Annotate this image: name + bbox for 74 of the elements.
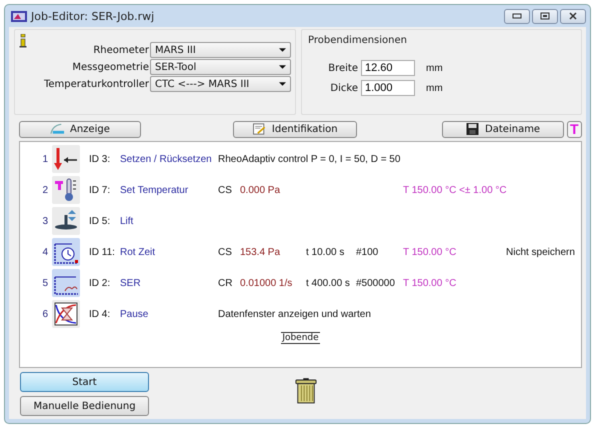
caret-icon	[279, 65, 286, 69]
step-temperature: T 150.00 °C <± 1.00 °C	[403, 184, 507, 196]
dropdown[interactable]: CTC <---> MARS III	[150, 76, 291, 92]
mode-label: CS	[218, 246, 232, 258]
step-temperature: T 150.00 °C	[403, 246, 456, 258]
graph-icon[interactable]	[52, 269, 80, 297]
input-field[interactable]: 1.000	[361, 80, 415, 96]
step-id: ID 4:	[88, 308, 112, 320]
close-button[interactable]	[560, 8, 586, 24]
field-label: Dicke	[329, 82, 358, 94]
step-value: 0.01000 1/s	[240, 278, 292, 288]
point-count: #500000	[356, 278, 395, 288]
mode-label: CS	[218, 184, 232, 196]
thermometer-icon[interactable]	[52, 176, 80, 204]
step-number: 2	[41, 184, 49, 196]
hourglass-icon[interactable]	[52, 300, 80, 328]
document-icon	[252, 123, 267, 135]
step-name: Set Temperatur	[120, 184, 190, 196]
step-name: SER	[120, 278, 142, 288]
step-description: RheoAdaptiv control P = 0, I = 50, D = 50	[218, 154, 402, 164]
text-button[interactable]: T	[566, 120, 582, 138]
step-id: ID 3:	[88, 154, 112, 164]
setting-label: Rheometer	[92, 44, 149, 56]
manual-control-button[interactable]: Manuelle Bedienung	[20, 396, 149, 416]
input-field[interactable]: 12.60	[361, 60, 415, 76]
caret-icon	[279, 82, 286, 86]
group-title: Probendimensionen	[308, 35, 407, 46]
step-note: Nicht speichern	[506, 246, 575, 258]
caret-icon	[279, 48, 286, 52]
unit-label: mm	[426, 82, 444, 94]
step-name: Setzen / Rücksetzen	[120, 154, 213, 164]
gauge-icon	[50, 123, 65, 135]
setting-label: Temperaturkontroller	[44, 78, 149, 90]
step-description: Datenfenster anzeigen und warten	[218, 308, 372, 320]
step-name: Lift	[120, 216, 134, 226]
minimize-icon	[512, 13, 522, 19]
dropdown[interactable]: SER-Tool	[150, 59, 291, 75]
maximize-icon	[540, 12, 550, 20]
filename-button[interactable]: Dateiname	[442, 120, 564, 138]
step-number: 6	[41, 308, 49, 320]
save-icon	[465, 123, 480, 135]
start-button[interactable]: Start	[20, 372, 149, 392]
display-button[interactable]: Anzeige	[19, 120, 141, 138]
step-number: 5	[41, 278, 49, 288]
step-name: Pause	[120, 308, 150, 320]
step-time: t 10.00 s	[306, 246, 344, 258]
step-id: ID 7:	[88, 184, 112, 196]
mode-label: CR	[218, 278, 232, 288]
step-time: t 400.00 s	[306, 278, 350, 288]
field-label: Breite	[327, 62, 358, 74]
step-id: ID 2:	[88, 278, 112, 288]
step-id: ID 5:	[88, 216, 112, 226]
step-id: ID 11:	[88, 246, 116, 258]
step-value: 0.000 Pa	[240, 184, 280, 196]
minimize-button[interactable]	[504, 8, 530, 24]
step-number: 1	[41, 154, 49, 164]
step-number: 4	[41, 246, 49, 258]
step-value: 153.4 Pa	[240, 246, 280, 258]
close-icon	[568, 12, 578, 20]
clock-icon[interactable]	[52, 238, 80, 266]
lift-icon[interactable]	[52, 207, 80, 235]
step-temperature: T 150.00 °C	[403, 278, 456, 288]
dropdown[interactable]: MARS III	[150, 42, 291, 58]
step-number: 3	[41, 216, 49, 226]
step-name: Rot Zeit	[120, 246, 156, 258]
window-title: Job-Editor: SER-Job.rwj	[31, 10, 154, 22]
trash-icon[interactable]	[295, 378, 317, 404]
app-icon	[11, 9, 27, 23]
unit-label: mm	[426, 62, 444, 74]
setting-label: Messgeometrie	[71, 62, 149, 72]
point-count: #100	[356, 246, 378, 258]
maximize-button[interactable]	[532, 8, 558, 24]
identification-button[interactable]: Identifikation	[232, 120, 357, 138]
info-icon	[19, 34, 27, 48]
